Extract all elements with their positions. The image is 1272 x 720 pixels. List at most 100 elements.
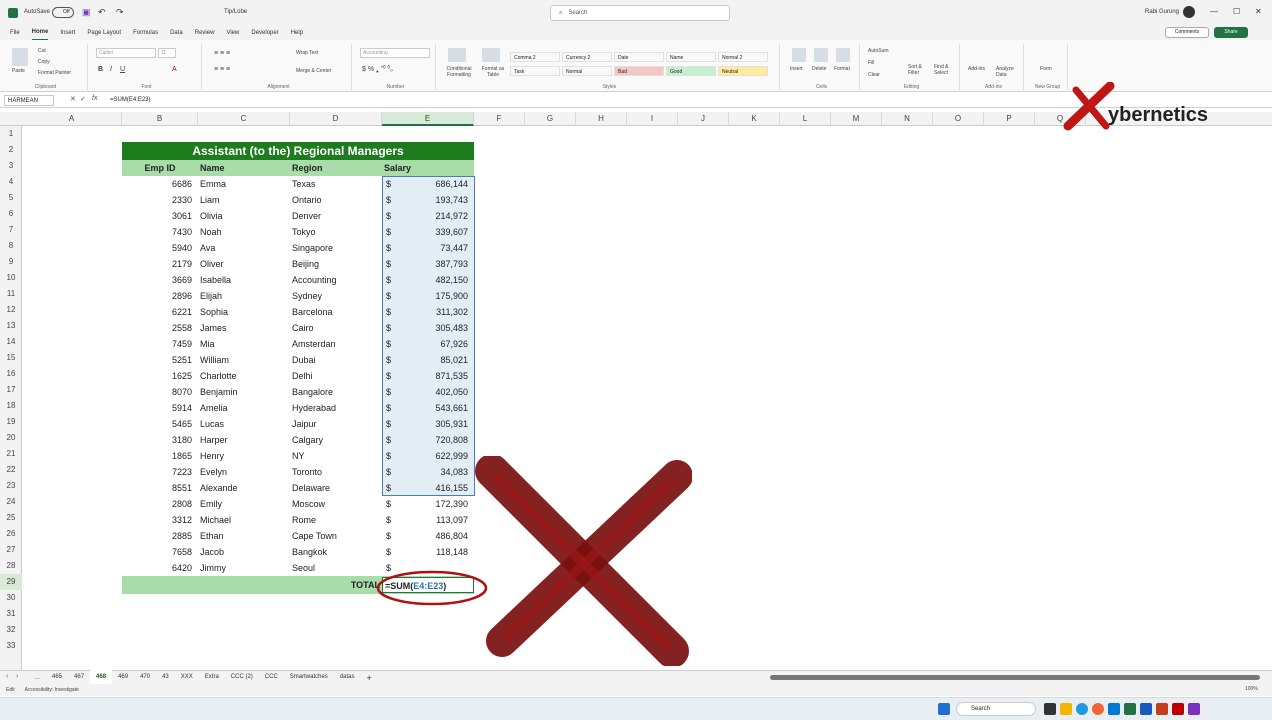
file-explorer-icon[interactable]: [1060, 703, 1072, 715]
clear-button[interactable]: Clear: [868, 72, 880, 78]
formula-input[interactable]: =SUM(E4:E23): [110, 95, 151, 106]
column-header-j[interactable]: J: [678, 112, 729, 126]
comments-button[interactable]: Comments: [1165, 27, 1209, 38]
salary-cell[interactable]: 622,999: [398, 448, 474, 464]
region-cell[interactable]: Seoul: [290, 560, 382, 576]
emp-id-cell[interactable]: 5251: [122, 352, 198, 368]
column-header-g[interactable]: G: [525, 112, 576, 126]
form-button[interactable]: Form: [1040, 66, 1052, 72]
row-header-23[interactable]: 23: [0, 478, 22, 494]
row-header-4[interactable]: 4: [0, 174, 22, 190]
paste-button[interactable]: Paste: [12, 68, 25, 74]
fx-icon[interactable]: fx: [92, 95, 97, 102]
share-button[interactable]: Share: [1214, 27, 1248, 38]
menu-view[interactable]: View: [226, 26, 239, 40]
salary-cell[interactable]: 402,050: [398, 384, 474, 400]
region-cell[interactable]: Toronto: [290, 464, 382, 480]
task-view-icon[interactable]: [1044, 703, 1056, 715]
salary-cell[interactable]: 339,607: [398, 224, 474, 240]
salary-cell[interactable]: 387,793: [398, 256, 474, 272]
name-cell[interactable]: Benjamin: [198, 384, 290, 400]
emp-id-cell[interactable]: 7658: [122, 544, 198, 560]
name-cell[interactable]: Emma: [198, 176, 290, 192]
emp-id-cell[interactable]: 5940: [122, 240, 198, 256]
emp-id-cell[interactable]: 2330: [122, 192, 198, 208]
name-cell[interactable]: Amelia: [198, 400, 290, 416]
emp-id-cell[interactable]: 6221: [122, 304, 198, 320]
menu-page-layout[interactable]: Page Layout: [87, 26, 121, 40]
emp-id-cell[interactable]: 3180: [122, 432, 198, 448]
close-icon[interactable]: ✕: [1255, 7, 1262, 16]
column-header-n[interactable]: N: [882, 112, 933, 126]
column-header-f[interactable]: F: [474, 112, 525, 126]
region-cell[interactable]: Accounting: [290, 272, 382, 288]
salary-cell[interactable]: 193,743: [398, 192, 474, 208]
salary-cell[interactable]: 85,021: [398, 352, 474, 368]
format-table-icon[interactable]: [482, 48, 500, 62]
redo-icon[interactable]: ↷: [116, 7, 124, 18]
conditional-formatting-icon[interactable]: [448, 48, 466, 62]
delete-button[interactable]: Delete: [812, 66, 826, 72]
region-cell[interactable]: Moscow: [290, 496, 382, 512]
italic-button[interactable]: I: [110, 66, 112, 73]
region-cell[interactable]: Barcelona: [290, 304, 382, 320]
wrap-text-button[interactable]: Wrap Text: [296, 50, 318, 56]
row-header-14[interactable]: 14: [0, 334, 22, 350]
emp-id-cell[interactable]: 3061: [122, 208, 198, 224]
powerpoint-icon[interactable]: [1156, 703, 1168, 715]
font-color-icon[interactable]: A: [172, 66, 177, 73]
paste-icon[interactable]: [12, 48, 28, 66]
row-header-22[interactable]: 22: [0, 462, 22, 478]
region-cell[interactable]: Beijing: [290, 256, 382, 272]
column-header-b[interactable]: B: [122, 112, 198, 126]
avatar[interactable]: [1183, 6, 1195, 18]
style-task[interactable]: Task: [510, 66, 560, 76]
column-header-k[interactable]: K: [729, 112, 780, 126]
worksheet-grid[interactable]: Assistant (to the) Regional Managers Emp…: [22, 126, 1272, 670]
salary-cell[interactable]: 482,150: [398, 272, 474, 288]
underline-button[interactable]: U: [120, 66, 125, 73]
header-region[interactable]: Region: [290, 160, 382, 176]
salary-cell[interactable]: 305,931: [398, 416, 474, 432]
column-header-h[interactable]: H: [576, 112, 627, 126]
salary-cell[interactable]: 311,302: [398, 304, 474, 320]
row-header-17[interactable]: 17: [0, 382, 22, 398]
emp-id-cell[interactable]: 2885: [122, 528, 198, 544]
name-cell[interactable]: Liam: [198, 192, 290, 208]
bold-button[interactable]: B: [98, 66, 103, 73]
row-header-15[interactable]: 15: [0, 350, 22, 366]
row-header-12[interactable]: 12: [0, 302, 22, 318]
addins-button[interactable]: Add-ins: [968, 66, 985, 72]
style-comma-2[interactable]: Comma 2: [510, 52, 560, 62]
prev-sheet-icon[interactable]: ‹: [6, 673, 8, 680]
maximize-icon[interactable]: ☐: [1233, 7, 1240, 16]
name-cell[interactable]: Sophia: [198, 304, 290, 320]
salary-cell[interactable]: 416,155: [398, 480, 474, 496]
style-bad[interactable]: Bad: [614, 66, 664, 76]
emp-id-cell[interactable]: 6686: [122, 176, 198, 192]
row-header-2[interactable]: 2: [0, 142, 22, 158]
menu-formulas[interactable]: Formulas: [133, 26, 158, 40]
add-sheet-icon[interactable]: +: [361, 671, 378, 685]
region-cell[interactable]: Texas: [290, 176, 382, 192]
column-header-c[interactable]: C: [198, 112, 290, 126]
sheet-tab-more[interactable]: …: [28, 671, 46, 685]
name-cell[interactable]: Ava: [198, 240, 290, 256]
accessibility-status[interactable]: Accessibility: Investigate: [25, 687, 79, 693]
emp-id-cell[interactable]: 7223: [122, 464, 198, 480]
row-header-9[interactable]: 9: [0, 254, 22, 270]
row-header-24[interactable]: 24: [0, 494, 22, 510]
region-cell[interactable]: Delhi: [290, 368, 382, 384]
app-icon[interactable]: [1188, 703, 1200, 715]
salary-cell[interactable]: 871,535: [398, 368, 474, 384]
row-header-18[interactable]: 18: [0, 398, 22, 414]
name-cell[interactable]: Henry: [198, 448, 290, 464]
emp-id-cell[interactable]: 5465: [122, 416, 198, 432]
number-format-select[interactable]: Accounting: [360, 48, 430, 58]
name-cell[interactable]: William: [198, 352, 290, 368]
salary-cell[interactable]: 305,483: [398, 320, 474, 336]
name-cell[interactable]: Emily: [198, 496, 290, 512]
row-header-31[interactable]: 31: [0, 606, 22, 622]
column-header-e[interactable]: E: [382, 112, 474, 126]
emp-id-cell[interactable]: 3312: [122, 512, 198, 528]
